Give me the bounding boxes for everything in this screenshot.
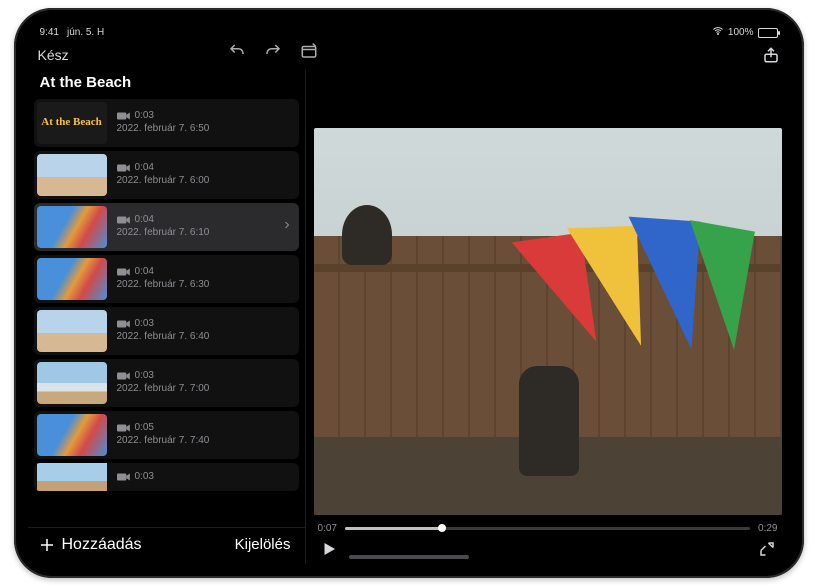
time-current: 0:07 <box>318 523 337 534</box>
clip-duration: 0:03 <box>135 318 154 330</box>
play-icon[interactable] <box>320 540 338 558</box>
clip-duration: 0:04 <box>135 214 154 226</box>
clip-thumbnail <box>37 362 107 404</box>
clip-sidebar: At the Beach At the Beach 0:03 2022. <box>28 70 306 564</box>
video-icon <box>117 319 131 329</box>
home-indicator[interactable] <box>349 555 469 559</box>
done-button[interactable]: Kész <box>38 47 69 63</box>
clip-duration: 0:03 <box>135 110 154 122</box>
share-icon[interactable] <box>762 46 780 64</box>
clip-duration: 0:05 <box>135 422 154 434</box>
video-icon <box>117 423 131 433</box>
clip-thumbnail <box>37 258 107 300</box>
clip-thumbnail <box>37 206 107 248</box>
video-icon <box>117 111 131 121</box>
fullscreen-icon[interactable] <box>758 540 776 558</box>
clip-list[interactable]: At the Beach 0:03 2022. február 7. 6:50 <box>28 99 305 527</box>
clip-timestamp: 2022. február 7. 6:30 <box>117 279 210 291</box>
clip-item[interactable]: 0:05 2022. február 7. 7:40 <box>34 411 299 459</box>
add-button[interactable]: Hozzáadás <box>38 536 142 554</box>
clip-item[interactable]: 0:03 2022. február 7. 6:40 <box>34 307 299 355</box>
status-date: jún. 5. H <box>67 27 104 38</box>
redo-icon[interactable] <box>264 42 282 60</box>
clip-item[interactable]: At the Beach 0:03 2022. február 7. 6:50 <box>34 99 299 147</box>
clip-thumbnail <box>37 463 107 491</box>
scrubber-track[interactable] <box>345 527 750 530</box>
viewer: 0:07 0:29 <box>306 70 790 564</box>
select-button[interactable]: Kijelölés <box>235 536 291 553</box>
clip-item[interactable]: 0:04 2022. február 7. 6:00 <box>34 151 299 199</box>
clip-duration: 0:04 <box>135 162 154 174</box>
clip-timestamp: 2022. február 7. 6:10 <box>117 227 210 239</box>
status-bar: 9:41 jún. 5. H 100% <box>28 22 790 40</box>
storyboard-icon[interactable] <box>300 42 318 60</box>
clip-timestamp: 2022. február 7. 7:00 <box>117 383 210 395</box>
video-icon <box>117 215 131 225</box>
battery-pct: 100% <box>728 27 754 38</box>
wifi-icon <box>712 25 724 40</box>
clip-duration: 0:04 <box>135 266 154 278</box>
timeline[interactable]: 0:07 0:29 <box>318 523 778 534</box>
clip-thumbnail <box>37 154 107 196</box>
time-total: 0:29 <box>758 523 777 534</box>
clip-item[interactable]: 0:04 2022. február 7. 6:30 <box>34 255 299 303</box>
clip-thumbnail <box>37 414 107 456</box>
clip-timestamp: 2022. február 7. 6:40 <box>117 331 210 343</box>
clip-item[interactable]: 0:03 <box>34 463 299 491</box>
battery-icon <box>758 28 778 38</box>
video-icon <box>117 163 131 173</box>
toolbar: Kész <box>28 40 790 70</box>
clip-thumbnail: At the Beach <box>37 102 107 144</box>
chevron-right-icon <box>281 218 293 236</box>
clip-thumbnail <box>37 310 107 352</box>
clip-item[interactable]: 0:03 2022. február 7. 7:00 <box>34 359 299 407</box>
scrubber-knob[interactable] <box>438 524 446 532</box>
clip-duration: 0:03 <box>135 370 154 382</box>
clip-duration: 0:03 <box>135 471 154 483</box>
video-icon <box>117 267 131 277</box>
clip-item[interactable]: 0:04 2022. február 7. 6:10 <box>34 203 299 251</box>
undo-icon[interactable] <box>228 42 246 60</box>
clip-timestamp: 2022. február 7. 7:40 <box>117 435 210 447</box>
clip-timestamp: 2022. február 7. 6:50 <box>117 123 210 135</box>
status-time: 9:41 <box>40 27 59 38</box>
video-icon <box>117 371 131 381</box>
preview-canvas[interactable] <box>314 128 782 515</box>
clip-timestamp: 2022. február 7. 6:00 <box>117 175 210 187</box>
project-title: At the Beach <box>28 70 305 99</box>
video-icon <box>117 472 131 482</box>
